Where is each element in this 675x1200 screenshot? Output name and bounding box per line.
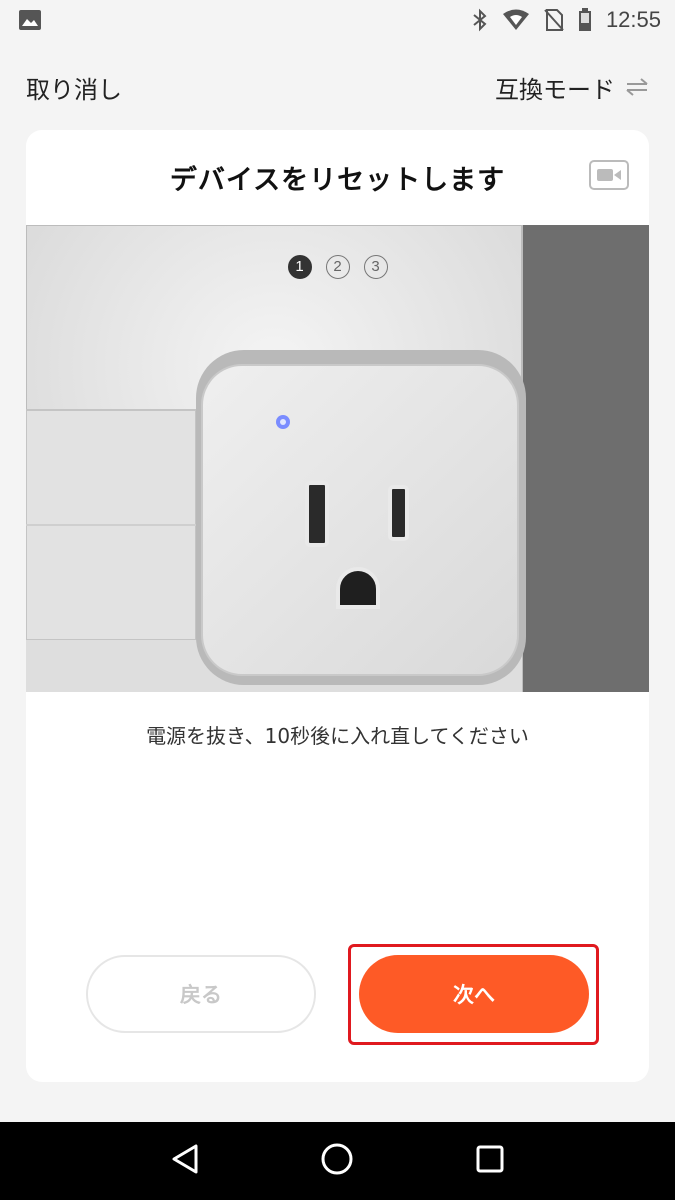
back-button[interactable]: 戻る (86, 955, 316, 1033)
status-time: 12:55 (605, 7, 661, 32)
bluetooth-icon (472, 8, 488, 32)
step-1: 1 (287, 255, 312, 279)
recents-icon[interactable] (475, 1144, 505, 1178)
step-indicator: 1 2 3 (26, 255, 649, 279)
card-title: デバイスをリセットします (169, 165, 506, 196)
step-3: 3 (363, 255, 388, 279)
card-header: デバイスをリセットします (26, 130, 649, 225)
home-icon[interactable] (320, 1142, 354, 1180)
reset-card: デバイスをリセットします 1 2 3 電源を抜き、10秒後に入れ直してください … (26, 130, 649, 1082)
status-bar: 12:55 (0, 0, 675, 40)
back-icon[interactable] (170, 1143, 200, 1179)
compat-mode-button[interactable]: 互換モード (495, 70, 649, 105)
swap-icon (625, 77, 649, 97)
instruction-text: 電源を抜き、10秒後に入れ直してください (146, 724, 529, 748)
smart-plug-photo (26, 225, 649, 692)
top-nav: 取り消し 互換モード (0, 62, 675, 112)
compat-mode-label: 互換モード (495, 75, 615, 104)
wifi-icon (502, 9, 530, 31)
step-2: 2 (325, 255, 350, 279)
android-nav-bar (0, 1122, 675, 1200)
cancel-button[interactable]: 取り消し (26, 70, 122, 105)
battery-icon (578, 8, 592, 32)
no-sim-icon (544, 8, 564, 32)
video-camera-icon[interactable] (589, 160, 629, 194)
next-button[interactable]: 次へ (359, 955, 589, 1033)
image-icon (18, 9, 42, 31)
smart-plug-illustration: 1 2 3 (26, 225, 649, 692)
